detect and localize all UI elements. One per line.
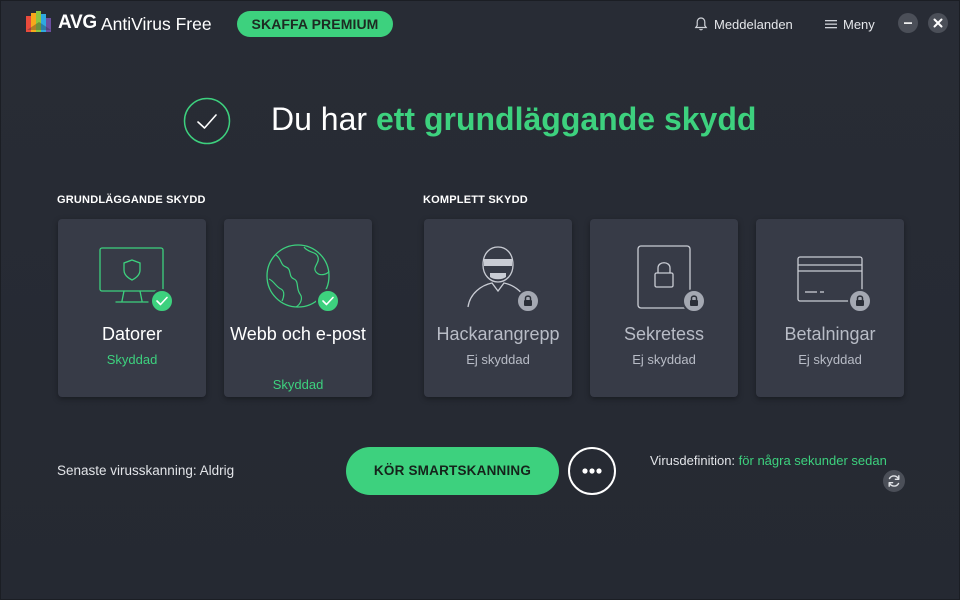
credit-card-icon — [797, 256, 872, 313]
card-title: Datorer — [101, 324, 163, 344]
card-status: Skyddad — [106, 352, 158, 367]
hamburger-icon — [825, 20, 837, 29]
complete-protection-label: KOMPLETT SKYDD — [423, 194, 528, 206]
brand-name: AVG — [58, 12, 97, 33]
card-status: Ej skyddad — [632, 352, 696, 367]
hacker-icon — [467, 246, 540, 313]
card-status: Ej skyddad — [798, 352, 862, 367]
monitor-shield-icon — [99, 247, 174, 313]
card-web-email[interactable]: Webb och e-post Skyddad — [224, 219, 372, 397]
minimize-icon — [904, 22, 912, 24]
close-icon — [933, 18, 943, 28]
title-bar: AVG AntiVirus Free SKAFFA PREMIUM Meddel… — [1, 1, 960, 47]
close-button[interactable] — [928, 13, 948, 33]
card-title: Sekretess — [623, 324, 705, 344]
notifications-label: Meddelanden — [714, 16, 793, 32]
card-title: Betalningar — [784, 324, 876, 344]
card-payments[interactable]: Betalningar Ej skyddad — [756, 219, 904, 397]
more-dots-icon — [582, 468, 602, 474]
card-status: Skyddad — [272, 377, 324, 392]
run-smart-scan-button[interactable]: KÖR SMARTSKANNING — [346, 447, 559, 495]
title-prefix: Du har — [271, 101, 376, 137]
virus-definition-status: Virusdefinition: för några sekunder seda… — [650, 453, 887, 468]
card-computers[interactable]: Datorer Skyddad — [58, 219, 206, 397]
globe-icon — [266, 244, 340, 313]
card-title: Hackarangrepp — [436, 324, 560, 344]
status-check-icon — [183, 97, 231, 145]
update-definitions-button[interactable] — [883, 470, 905, 492]
card-privacy[interactable]: Sekretess Ej skyddad — [590, 219, 738, 397]
avg-logo-icon — [26, 11, 51, 32]
minimize-button[interactable] — [898, 13, 918, 33]
card-title: Webb och e-post — [230, 324, 366, 344]
padlock-icon — [637, 245, 706, 313]
title-highlight: ett grundläggande skydd — [375, 101, 757, 137]
menu-label: Meny — [843, 16, 875, 32]
get-premium-button[interactable]: SKAFFA PREMIUM — [237, 11, 393, 37]
refresh-icon — [888, 475, 900, 487]
more-options-button[interactable] — [568, 447, 616, 495]
bell-icon — [694, 17, 708, 31]
basic-protection-label: GRUNDLÄGGANDE SKYDD — [57, 194, 206, 206]
virus-definition-label: Virusdefinition: — [650, 453, 739, 468]
product-name: AntiVirus Free — [101, 14, 212, 34]
notifications-button[interactable]: Meddelanden — [693, 15, 793, 33]
page-title: Du har ett grundläggande skydd — [271, 101, 756, 138]
last-scan-text: Senaste virusskanning: Aldrig — [57, 463, 235, 478]
card-hacker-attacks[interactable]: Hackarangrepp Ej skyddad — [424, 219, 572, 397]
app-window: AVG AntiVirus Free SKAFFA PREMIUM Meddel… — [0, 0, 960, 600]
virus-definition-value: för några sekunder sedan — [738, 453, 887, 468]
menu-button[interactable]: Meny — [825, 15, 875, 33]
card-status: Ej skyddad — [466, 352, 530, 367]
